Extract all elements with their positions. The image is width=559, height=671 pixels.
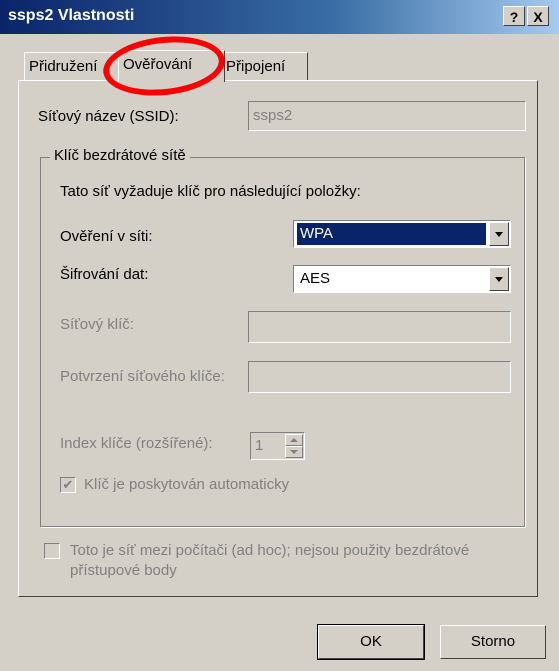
spin-up-icon: [285, 434, 303, 446]
confirm-key-field: [248, 361, 511, 393]
title-bar: ssps2 Vlastnosti ? X: [0, 0, 559, 34]
network-key-label: Síťový klíč:: [60, 316, 134, 333]
key-required-text: Tato síť vyžaduje klíč pro následující p…: [60, 183, 361, 200]
chevron-down-icon[interactable]: [489, 222, 509, 246]
adhoc-checkbox: [44, 543, 60, 559]
confirm-key-label: Potvrzení síťového klíče:: [60, 368, 225, 385]
network-key-field: [248, 311, 511, 343]
help-button[interactable]: ?: [503, 6, 525, 26]
window-title: ssps2 Vlastnosti: [8, 7, 135, 24]
key-index-stepper: 1: [250, 432, 305, 460]
auto-key-checkbox: ✔: [60, 477, 76, 493]
data-encryption-value: AES: [300, 270, 331, 287]
auto-key-label: Klíč je poskytován automaticky: [84, 476, 290, 493]
data-encryption-select[interactable]: AES: [293, 265, 511, 293]
close-button[interactable]: X: [527, 6, 549, 26]
wireless-key-legend: Klíč bezdrátové sítě: [50, 147, 190, 164]
adhoc-label: Toto je síť mezi počítači (ad hoc); nejs…: [70, 542, 470, 579]
network-auth-label: Ověření v síti:: [60, 228, 153, 245]
tab-connection[interactable]: Připojení: [221, 52, 308, 80]
chevron-down-icon[interactable]: [489, 267, 509, 291]
ok-button[interactable]: OK: [317, 624, 425, 660]
ssid-field: ssps2: [248, 101, 526, 131]
key-index-label: Index klíče (rozšířené):: [60, 435, 213, 452]
data-encryption-label: Šifrování dat:: [60, 266, 149, 283]
ssid-label: Síťový název (SSID):: [38, 108, 179, 125]
key-index-value: 1: [255, 437, 264, 454]
cancel-button[interactable]: Storno: [440, 625, 546, 659]
spin-down-icon: [285, 446, 303, 458]
network-auth-select[interactable]: WPA: [293, 220, 511, 248]
network-auth-value: WPA: [297, 223, 486, 245]
